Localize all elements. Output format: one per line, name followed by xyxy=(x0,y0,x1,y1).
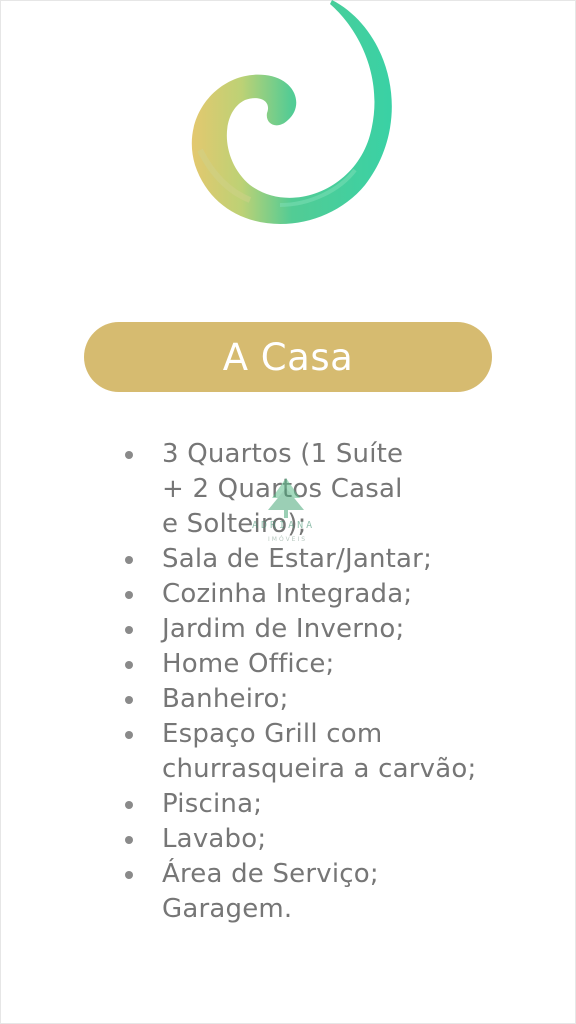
bullet-icon xyxy=(125,591,133,599)
feature-text: Cozinha Integrada; xyxy=(162,579,413,609)
feature-text: Sala de Estar/Jantar; xyxy=(162,544,433,574)
swirl-decoration xyxy=(191,0,392,225)
feature-text: Jardim de Inverno; xyxy=(162,614,405,644)
watermark-subtitle: IMÓVEIS xyxy=(268,536,308,543)
feature-text: Home Office; xyxy=(162,649,335,679)
section-title-banner: A Casa xyxy=(84,322,492,392)
feature-item: Banheiro; xyxy=(122,682,522,717)
feature-text: Área de Serviço; Garagem. xyxy=(162,859,379,924)
bullet-icon xyxy=(125,871,133,879)
feature-text: Espaço Grill com churrasqueira a carvão; xyxy=(162,719,477,784)
bullet-icon xyxy=(125,556,133,564)
feature-text: Piscina; xyxy=(162,789,263,819)
watermark-name: ADRIANA xyxy=(252,520,316,531)
bullet-icon xyxy=(125,661,133,669)
feature-text: 3 Quartos (1 Suíte + 2 Quartos Casal e S… xyxy=(162,439,404,539)
feature-text: Banheiro; xyxy=(162,684,289,714)
bullet-icon xyxy=(125,731,133,739)
feature-item: Piscina; xyxy=(122,787,522,822)
tree-logo-icon xyxy=(268,478,304,518)
bullet-icon xyxy=(125,626,133,634)
feature-item: Área de Serviço; Garagem. xyxy=(122,857,522,927)
bullet-icon xyxy=(125,696,133,704)
feature-item: Lavabo; xyxy=(122,822,522,857)
section-title: A Casa xyxy=(222,335,354,379)
feature-item: Cozinha Integrada; xyxy=(122,577,522,612)
feature-text: Lavabo; xyxy=(162,824,267,854)
bullet-icon xyxy=(125,451,133,459)
feature-item: Jardim de Inverno; xyxy=(122,612,522,647)
feature-item: Espaço Grill com churrasqueira a carvão; xyxy=(122,717,522,787)
watermark-logo: ADRIANA IMÓVEIS xyxy=(246,474,330,550)
feature-item: Home Office; xyxy=(122,647,522,682)
bullet-icon xyxy=(125,801,133,809)
bullet-icon xyxy=(125,836,133,844)
